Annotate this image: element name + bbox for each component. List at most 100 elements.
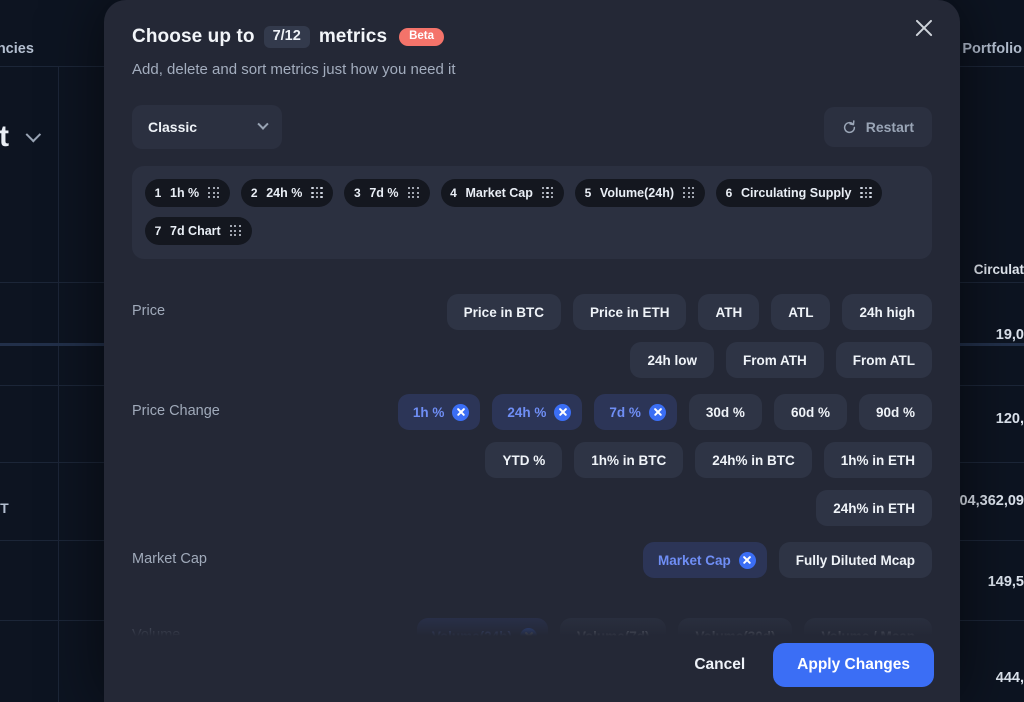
metric-chip-label: 24h high (859, 304, 915, 320)
metric-chip-label: From ATH (743, 352, 807, 368)
table-cell-value: 444, (995, 670, 1024, 686)
metric-chip-label: Market Cap (657, 552, 731, 568)
nav-link-cryptocurrencies[interactable]: otocurrencies (0, 41, 34, 57)
selected-metric-chip[interactable]: 6 Circulating Supply (716, 179, 883, 207)
selected-metric-chip[interactable]: 5 Volume(24h) (574, 179, 705, 207)
metric-chip[interactable]: 90d % (858, 394, 932, 430)
metric-chip-label: 7d % (609, 404, 641, 420)
selected-metric-label: 7d Chart (170, 224, 221, 238)
metric-chip-selected[interactable]: Market Cap (642, 542, 767, 578)
selected-metric-label: Circulating Supply (741, 186, 852, 200)
selected-metric-label: 7d % (369, 186, 399, 200)
metric-chip[interactable]: ATL (771, 294, 831, 330)
metric-group-label: Price Change (132, 403, 220, 419)
metric-chip[interactable]: 1h% in ETH (823, 442, 932, 478)
selected-metric-index: 7 (154, 224, 162, 238)
modal-toolbar: Classic Restart (132, 105, 932, 149)
drag-handle-icon[interactable] (860, 187, 872, 199)
metric-chip-label: From ATL (852, 352, 915, 368)
drag-handle-icon[interactable] (208, 187, 220, 199)
metric-chip[interactable]: YTD % (485, 442, 563, 478)
remove-metric-icon[interactable] (738, 551, 756, 569)
drag-handle-icon[interactable] (407, 187, 419, 199)
selected-metric-label: 24h % (266, 186, 303, 200)
metric-group-row: Price Change 1h % 24h % 7d % 30d % 60d % 90d %… (132, 378, 932, 526)
selected-metric-index: 3 (353, 186, 361, 200)
selected-metrics-tray: 1 1h % 2 24h % 3 7d % 4 Market Cap 5 Volume(24h) 6… (132, 166, 932, 259)
metric-chip[interactable]: 1h% in BTC (574, 442, 684, 478)
metrics-counter: 7/12 (263, 26, 310, 48)
restart-icon (843, 119, 855, 133)
modal-subtitle: Add, delete and sort metrics just how yo… (132, 61, 456, 78)
metric-chip-label: 24h low (647, 352, 697, 368)
metric-chip-label: ATL (788, 304, 814, 320)
modal-title-prefix: Choose up to (132, 26, 255, 47)
restart-button[interactable]: Restart (823, 107, 932, 147)
customize-metrics-modal: Choose up to 7/12 metrics Beta Add, dele… (104, 0, 960, 702)
selected-metric-chip[interactable]: 7 7d Chart (145, 217, 252, 245)
metric-chip-label: Fully Diluted Mcap (795, 552, 915, 568)
table-cell-value: 149,5 (987, 574, 1024, 590)
selected-metric-index: 4 (450, 186, 457, 200)
apply-changes-button[interactable]: Apply Changes (773, 643, 934, 687)
metric-chip[interactable]: 24h% in BTC (695, 442, 812, 478)
selected-metric-index: 2 (250, 186, 258, 200)
selected-metric-index: 5 (584, 186, 592, 200)
close-icon[interactable] (910, 14, 938, 42)
nav-link-label: otocurrencies (0, 41, 34, 57)
selected-metric-label: 1h % (170, 186, 200, 200)
metric-chip[interactable]: 24h% in ETH (816, 490, 932, 526)
selected-metric-chip[interactable]: 4 Market Cap (440, 179, 564, 207)
table-cell-value: 04,362,09 (959, 493, 1024, 509)
metric-chip[interactable]: ATH (698, 294, 760, 330)
table-cell-symbol: DT (0, 500, 9, 516)
metric-chip-label: 24h% in ETH (833, 500, 915, 516)
drag-handle-icon[interactable] (683, 187, 695, 199)
metric-chip-selected[interactable]: 1h % (397, 394, 481, 430)
preset-select[interactable]: Classic (132, 105, 282, 149)
metric-chip[interactable]: Price in ETH (572, 294, 687, 330)
remove-metric-icon[interactable] (554, 403, 572, 421)
metric-chip[interactable]: Fully Diluted Mcap (778, 542, 932, 578)
table-cell-value: 120, (995, 411, 1024, 427)
metric-chip[interactable]: From ATH (726, 342, 824, 378)
selected-metric-chip[interactable]: 3 7d % (344, 179, 430, 207)
metric-chip-label: Price in ETH (589, 304, 670, 320)
metric-chip-label: 24h% in BTC (712, 452, 795, 468)
metric-chip-label: YTD % (502, 452, 546, 468)
metric-group-label: Price (132, 303, 166, 319)
metric-chip[interactable]: 30d % (688, 394, 762, 430)
cancel-button[interactable]: Cancel (688, 646, 751, 684)
drag-handle-icon[interactable] (541, 187, 554, 199)
metric-chip[interactable]: 24h low (630, 342, 714, 378)
page-title-text: ist (0, 120, 10, 153)
metric-chip-label: Price in BTC (463, 304, 544, 320)
metric-chip[interactable]: From ATL (835, 342, 932, 378)
selected-metric-chip[interactable]: 1 1h % (145, 179, 231, 207)
metric-chip-selected[interactable]: 7d % (594, 394, 677, 430)
metric-chip[interactable]: 60d % (773, 394, 847, 430)
metric-chip-selected[interactable]: 24h % (492, 394, 583, 430)
chevron-down-icon[interactable] (25, 126, 42, 142)
metric-group-row: Market Cap Market Cap Fully Diluted Mcap (132, 526, 932, 602)
drag-handle-icon[interactable] (311, 187, 323, 199)
selected-metric-label: Market Cap (465, 186, 533, 200)
metric-group-chips: 1h % 24h % 7d % 30d % 60d % 90d % YTD % 1h% in … (382, 394, 932, 526)
metric-group-chips: Price in BTC Price in ETH ATH ATL 24h high 24… (382, 294, 932, 378)
selected-metric-chip[interactable]: 2 24h % (241, 179, 334, 207)
remove-metric-icon[interactable] (452, 403, 470, 421)
table-column-header: Circulat (973, 262, 1024, 277)
metric-chip-label: 1h % (412, 404, 445, 420)
metric-chip[interactable]: 24h high (842, 294, 932, 330)
chevron-down-icon (257, 118, 269, 130)
selected-metric-index: 6 (725, 186, 733, 200)
drag-handle-icon[interactable] (229, 225, 241, 237)
modal-title-suffix: metrics (318, 26, 388, 47)
selected-metric-index: 1 (154, 186, 162, 200)
table-cell-value: 19,0 (995, 327, 1024, 343)
remove-metric-icon[interactable] (648, 403, 666, 421)
metric-group-label: Market Cap (132, 551, 207, 567)
modal-footer: Cancel Apply Changes (104, 602, 960, 702)
metric-chip-label: 1h% in ETH (840, 452, 915, 468)
metric-chip[interactable]: Price in BTC (446, 294, 561, 330)
